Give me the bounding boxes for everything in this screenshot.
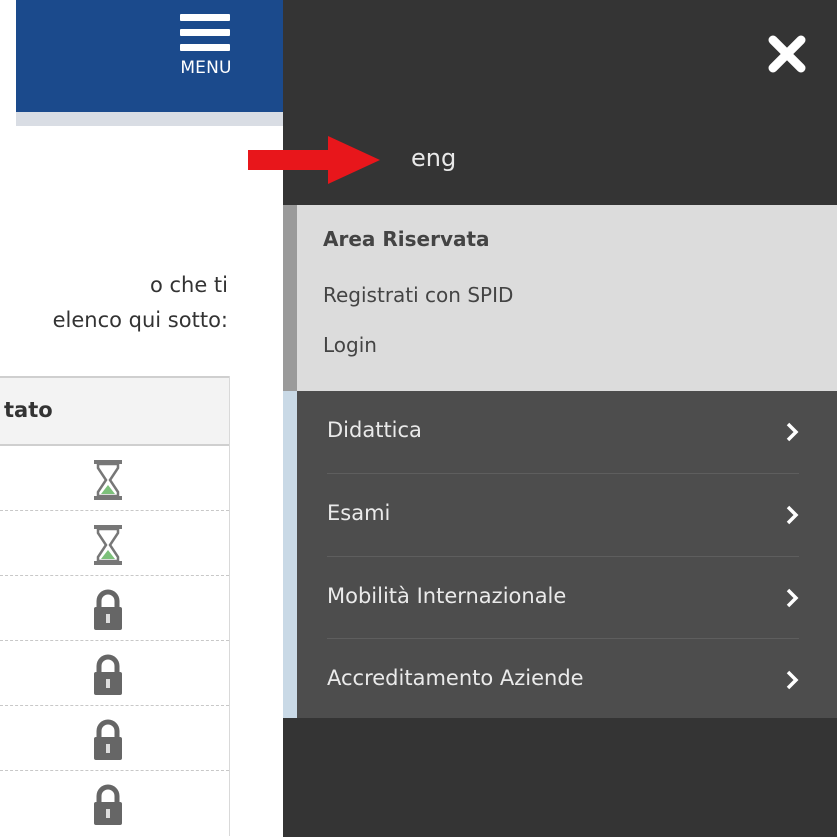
table-row	[0, 641, 229, 706]
hourglass-icon	[94, 460, 122, 500]
nav-item-esami[interactable]: Esami	[327, 474, 799, 556]
lock-icon	[94, 719, 122, 760]
chevron-right-icon	[786, 670, 799, 690]
intro-line: o che ti	[149, 273, 228, 297]
table-row	[0, 576, 229, 641]
table-row	[0, 706, 229, 771]
main-nav: Didattica Esami Mobilità Internazionale …	[283, 391, 837, 718]
table-row	[0, 511, 229, 576]
hamburger-icon	[180, 14, 230, 59]
lock-icon	[94, 784, 122, 825]
nav-item-mobilita-internazionale[interactable]: Mobilità Internazionale	[327, 557, 799, 639]
hourglass-icon	[94, 525, 122, 565]
lock-icon	[94, 589, 122, 630]
nav-item-label: Accreditamento Aziende	[327, 666, 584, 690]
side-menu-drawer: eng Area Riservata Registrati con SPID L…	[283, 0, 837, 837]
table-row	[0, 771, 229, 836]
menu-label: MENU	[180, 58, 232, 78]
language-switch-link[interactable]: eng	[411, 144, 456, 172]
nav-item-label: Esami	[327, 501, 391, 525]
menu-button[interactable]: MENU	[168, 8, 244, 88]
page-content: MENU o che ti elenco qui sotto: tato	[0, 0, 290, 837]
nav-item-label: Mobilità Internazionale	[327, 584, 567, 608]
register-spid-link[interactable]: Registrati con SPID	[323, 283, 513, 307]
table-header: tato	[0, 376, 229, 446]
chevron-right-icon	[786, 505, 799, 525]
red-arrow-icon	[248, 136, 380, 184]
table-row	[0, 446, 229, 511]
nav-item-label: Didattica	[327, 418, 422, 442]
chevron-right-icon	[786, 422, 799, 442]
intro-line: elenco qui sotto:	[52, 308, 228, 332]
header-divider	[16, 112, 290, 126]
nav-item-didattica[interactable]: Didattica	[327, 391, 799, 473]
close-icon[interactable]	[765, 32, 809, 76]
reserved-area-panel: Area Riservata Registrati con SPID Login	[283, 205, 837, 391]
chevron-right-icon	[786, 588, 799, 608]
reserved-area-title: Area Riservata	[323, 227, 490, 251]
nav-item-accreditamento-aziende[interactable]: Accreditamento Aziende	[327, 639, 799, 721]
column-header-status: tato	[4, 398, 53, 422]
status-table: tato	[0, 376, 230, 836]
lock-icon	[94, 654, 122, 695]
header-bar	[16, 0, 290, 112]
login-link[interactable]: Login	[323, 333, 377, 357]
intro-text: o che ti elenco qui sotto:	[0, 268, 228, 338]
